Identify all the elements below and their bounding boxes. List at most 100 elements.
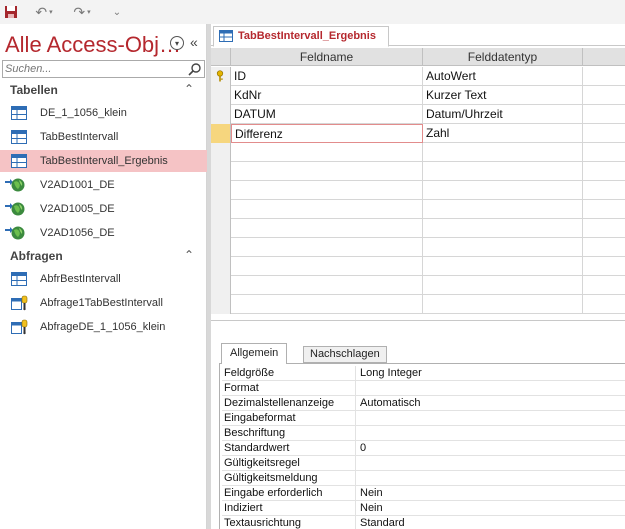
field-name-cell[interactable]: DATUM [231,105,423,124]
field-name-cell[interactable] [231,295,423,314]
nav-item[interactable]: AbfrBestIntervall [0,268,207,290]
field-type-cell[interactable]: Kurzer Text [423,86,583,105]
row-selector[interactable] [211,181,231,200]
field-description-cell[interactable] [583,143,625,162]
redo-button[interactable]: ↷ ▾ [68,3,96,21]
field-description-cell[interactable] [583,238,625,257]
field-description-cell[interactable] [583,181,625,200]
property-value[interactable]: Nein [358,501,625,516]
row-selector[interactable] [211,238,231,257]
field-description-cell[interactable] [583,219,625,238]
field-name-cell[interactable] [231,162,423,181]
nav-item[interactable]: AbfrageDE_1_1056_klein [0,316,207,338]
table-row[interactable] [211,181,625,200]
table-row[interactable] [211,219,625,238]
property-value[interactable] [358,381,625,396]
table-row[interactable] [211,238,625,257]
field-type-cell[interactable]: Datum/Uhrzeit [423,105,583,124]
row-selector[interactable] [211,86,231,105]
table-row[interactable] [211,200,625,219]
property-value[interactable] [358,471,625,486]
chevron-up-icon[interactable]: ⌃ [184,82,194,96]
nav-item[interactable]: TabBestIntervall [0,126,207,148]
property-value[interactable]: Automatisch [358,396,625,411]
document-tab[interactable]: TabBestIntervall_Ergebnis [213,26,389,47]
field-description-cell[interactable] [583,200,625,219]
save-button[interactable] [2,3,20,21]
search-input[interactable] [3,61,183,77]
table-row[interactable]: ID AutoWert [211,67,625,86]
row-selector[interactable] [211,295,231,314]
customize-toolbar-button[interactable]: ⌄ [110,3,124,21]
tab-allgemein[interactable]: Allgemein [221,343,288,364]
table-row[interactable] [211,143,625,162]
nav-item[interactable]: Abfrage1TabBestIntervall [0,292,207,314]
field-description-cell[interactable] [583,124,625,143]
nav-item[interactable]: DE_1_1056_klein [0,102,207,124]
field-description-cell[interactable] [583,86,625,105]
nav-item[interactable]: V2AD1056_DE [0,222,207,244]
field-type-cell[interactable] [423,295,583,314]
search-icon[interactable] [187,62,203,76]
field-description-cell[interactable] [583,257,625,276]
field-name-cell[interactable] [231,257,423,276]
field-type-cell[interactable]: AutoWert [423,67,583,86]
field-name-cell[interactable]: Differenz [231,124,423,143]
field-type-cell[interactable] [423,200,583,219]
field-name-cell[interactable] [231,200,423,219]
field-type-cell[interactable]: Zahl [423,124,583,143]
nav-item[interactable]: V2AD1001_DE [0,174,207,196]
table-row[interactable] [211,295,625,314]
field-type-cell[interactable] [423,276,583,295]
row-selector[interactable] [211,200,231,219]
row-selector[interactable] [211,162,231,181]
field-type-cell[interactable] [423,162,583,181]
field-type-cell[interactable] [423,181,583,200]
table-row[interactable]: DATUM Datum/Uhrzeit [211,105,625,124]
row-selector[interactable] [211,67,231,86]
property-value[interactable]: Nein [358,486,625,501]
field-description-cell[interactable] [583,276,625,295]
row-selector[interactable] [211,219,231,238]
field-type-cell[interactable] [423,143,583,162]
tab-nachschlagen[interactable]: Nachschlagen [303,346,387,363]
chevron-up-icon[interactable]: ⌃ [184,248,194,262]
row-selector[interactable] [211,124,231,143]
field-name-cell[interactable] [231,181,423,200]
table-row[interactable]: KdNr Kurzer Text [211,86,625,105]
nav-item[interactable]: TabBestIntervall_Ergebnis [0,150,207,172]
field-type-cell[interactable] [423,257,583,276]
nav-menu-dropdown-icon[interactable]: ▾ [170,36,184,50]
field-description-cell[interactable] [583,105,625,124]
field-type-cell[interactable] [423,238,583,257]
field-name-cell[interactable] [231,238,423,257]
nav-pane-title[interactable]: Alle Access-Obj… [5,32,181,58]
property-value[interactable] [358,426,625,441]
table-row[interactable] [211,257,625,276]
property-value[interactable] [358,411,625,426]
field-name-cell[interactable] [231,143,423,162]
nav-group-header-abfragen[interactable]: Abfragen ⌃ [0,246,207,266]
field-name-cell[interactable] [231,276,423,295]
field-name-cell[interactable] [231,219,423,238]
row-selector[interactable] [211,257,231,276]
nav-group-header-tabellen[interactable]: Tabellen ⌃ [0,80,207,100]
field-name-cell[interactable]: ID [231,67,423,86]
field-description-cell[interactable] [583,67,625,86]
table-row[interactable]: Differenz Zahl [211,124,625,143]
property-value[interactable]: Standard [358,516,625,529]
field-name-cell[interactable]: KdNr [231,86,423,105]
field-description-cell[interactable] [583,295,625,314]
nav-collapse-icon[interactable]: « [190,34,198,50]
property-value[interactable]: Long Integer [358,366,625,381]
table-row[interactable] [211,162,625,181]
table-row[interactable] [211,276,625,295]
property-value[interactable] [358,456,625,471]
field-type-cell[interactable] [423,219,583,238]
row-selector[interactable] [211,276,231,295]
field-description-cell[interactable] [583,162,625,181]
nav-item[interactable]: V2AD1005_DE [0,198,207,220]
row-selector[interactable] [211,105,231,124]
undo-button[interactable]: ↶ ▾ [30,3,58,21]
row-selector[interactable] [211,143,231,162]
